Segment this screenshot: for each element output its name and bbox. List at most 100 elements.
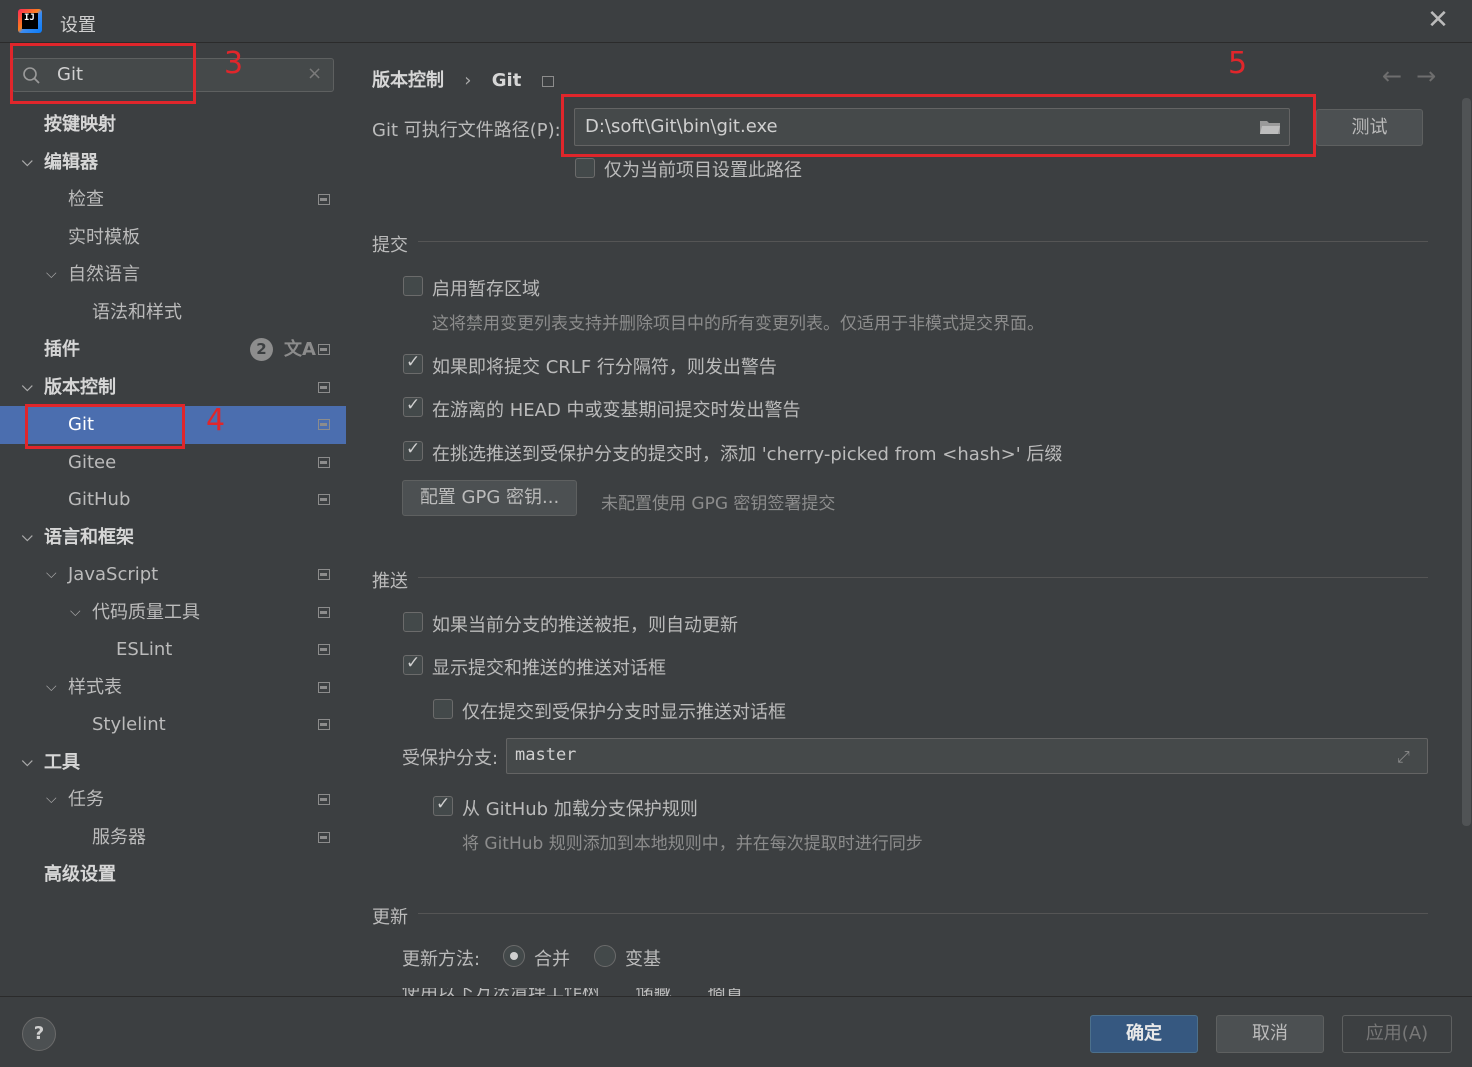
chevron-down-icon[interactable]: ⌵	[46, 781, 62, 818]
expand-icon[interactable]: ⤢	[1397, 747, 1410, 767]
test-button[interactable]: 测试	[1316, 109, 1423, 146]
cherry-pick-suffix-checkbox[interactable]	[403, 439, 423, 461]
help-button[interactable]: ?	[22, 1017, 56, 1051]
project-scope-icon	[318, 719, 330, 730]
project-only-label: 仅为当前项目设置此路径	[604, 160, 802, 181]
breadcrumb-separator: ›	[464, 70, 472, 91]
detached-head-checkbox[interactable]	[403, 395, 423, 417]
sidebar-item-plugins[interactable]: 插件 2 文A	[0, 331, 346, 369]
sidebar-item-version-control[interactable]: ⌵ 版本控制	[0, 369, 346, 407]
project-scope-icon	[318, 456, 330, 468]
sidebar-item-grammar-style[interactable]: 语法和样式	[0, 294, 346, 332]
update-section-title: 更新	[372, 907, 408, 928]
staging-area-label: 启用暂存区域	[432, 279, 540, 300]
sidebar-item-label: 编辑器	[44, 151, 98, 173]
sidebar-item-natural-languages[interactable]: ⌵ 自然语言	[0, 256, 346, 294]
title-bar: IJ 设置 ✕	[0, 0, 1472, 43]
chevron-down-icon[interactable]: ⌵	[46, 556, 62, 593]
sidebar-item-javascript[interactable]: ⌵ JavaScript	[0, 556, 346, 594]
project-scope-icon	[318, 381, 330, 393]
github-rules-hint: 将 GitHub 规则添加到本地规则中，并在每次提取时进行同步	[462, 834, 923, 854]
crlf-warning-label: 如果即将提交 CRLF 行分隔符，则发出警告	[432, 357, 777, 378]
annotation-number-3: 3	[224, 46, 244, 81]
sidebar-item-label: 高级设置	[44, 864, 116, 885]
sidebar-item-eslint[interactable]: ESLint	[0, 631, 346, 669]
clean-worktree-label: 使用以下方法清理工作树	[402, 988, 600, 996]
stash-label[interactable]: 储藏	[636, 988, 672, 996]
sidebar-item-label: 插件	[44, 339, 80, 360]
chevron-down-icon[interactable]: ⌵	[22, 744, 38, 781]
chevron-down-icon[interactable]: ⌵	[70, 594, 86, 631]
clean-worktree-row: 使用以下方法清理工作树 储藏 搁置	[402, 988, 743, 996]
sidebar-item-label: 代码质量工具	[92, 601, 200, 623]
sidebar-item-editor[interactable]: ⌵ 编辑器	[0, 144, 346, 182]
annotation-box-path	[561, 94, 1316, 157]
cancel-button[interactable]: 取消	[1216, 1015, 1324, 1053]
breadcrumb-parent[interactable]: 版本控制	[372, 70, 444, 91]
clear-search-icon[interactable]: ×	[307, 63, 322, 84]
sidebar-item-tasks[interactable]: ⌵ 任务	[0, 781, 346, 819]
project-scope-icon	[318, 194, 330, 205]
project-scope-icon	[318, 606, 330, 618]
rebase-radio[interactable]	[594, 945, 616, 967]
sidebar-item-label: 工具	[44, 751, 80, 773]
sidebar-item-github[interactable]: GitHub	[0, 481, 346, 519]
protected-branches-value: master	[515, 745, 577, 765]
sidebar-item-gitee[interactable]: Gitee	[0, 444, 346, 482]
sidebar-item-label: GitHub	[68, 489, 131, 510]
sidebar-item-inspections[interactable]: 检查	[0, 181, 346, 219]
annotation-number-4: 4	[206, 403, 226, 438]
sidebar-item-servers[interactable]: 服务器	[0, 819, 346, 857]
shelve-label[interactable]: 搁置	[707, 988, 743, 996]
merge-radio[interactable]	[503, 945, 525, 967]
project-scope-icon	[318, 831, 330, 843]
sidebar-item-code-quality-tools[interactable]: ⌵ 代码质量工具	[0, 594, 346, 632]
settings-sidebar: Git × 按键映射 ⌵ 编辑器 检查 实时模板 ⌵ 自然语言 语法和样式 插件…	[0, 44, 346, 996]
sidebar-item-live-templates[interactable]: 实时模板	[0, 219, 346, 257]
section-divider	[418, 241, 1428, 242]
section-divider	[418, 577, 1428, 578]
project-scope-icon	[318, 344, 330, 355]
project-scope-icon	[318, 494, 330, 505]
window-title: 设置	[60, 15, 96, 36]
show-push-dialog-checkbox[interactable]	[403, 653, 423, 675]
protected-branches-input[interactable]: master ⤢	[506, 738, 1428, 774]
ok-button[interactable]: 确定	[1090, 1015, 1198, 1053]
sidebar-item-stylesheets[interactable]: ⌵ 样式表	[0, 669, 346, 707]
sidebar-item-tools[interactable]: ⌵ 工具	[0, 744, 346, 782]
staging-area-hint: 这将禁用变更列表支持并删除项目中的所有变更列表。仅适用于非模式提交界面。	[432, 314, 1044, 334]
sidebar-item-advanced-settings[interactable]: 高级设置	[0, 856, 346, 894]
scrollbar[interactable]	[1462, 98, 1471, 826]
protected-only-checkbox[interactable]	[433, 699, 453, 719]
staging-area-checkbox[interactable]	[403, 276, 423, 296]
configure-gpg-button[interactable]: 配置 GPG 密钥...	[402, 480, 577, 516]
close-icon[interactable]: ✕	[1424, 6, 1452, 34]
sidebar-item-keymap[interactable]: 按键映射	[0, 106, 346, 144]
chevron-down-icon[interactable]: ⌵	[46, 669, 62, 706]
auto-update-checkbox[interactable]	[403, 612, 423, 632]
intellij-logo-icon: IJ	[18, 9, 42, 33]
chevron-down-icon[interactable]: ⌵	[46, 256, 62, 293]
chevron-down-icon[interactable]: ⌵	[22, 519, 38, 556]
sidebar-item-languages-frameworks[interactable]: ⌵ 语言和框架	[0, 519, 346, 557]
back-forward-arrows[interactable]: ←→	[1382, 62, 1450, 90]
sidebar-item-label: 版本控制	[44, 376, 116, 398]
annotation-number-5: 5	[1228, 46, 1248, 81]
update-method-label: 更新方法:	[402, 949, 481, 970]
chevron-down-icon[interactable]: ⌵	[22, 369, 38, 406]
sidebar-item-label: JavaScript	[68, 564, 159, 585]
detached-head-label: 在游离的 HEAD 中或变基期间提交时发出警告	[432, 400, 801, 421]
settings-content: 版本控制 › Git ←→ Git 可执行文件路径(P): D:\soft\Gi…	[346, 44, 1472, 996]
project-only-checkbox[interactable]	[575, 158, 595, 178]
crlf-warning-checkbox[interactable]	[403, 352, 423, 374]
sidebar-item-label: 样式表	[68, 676, 122, 698]
project-scope-icon	[318, 681, 330, 693]
chevron-down-icon[interactable]: ⌵	[22, 144, 38, 181]
github-rules-checkbox[interactable]	[433, 794, 453, 816]
breadcrumb-current: Git	[491, 70, 522, 91]
merge-label: 合并	[534, 949, 570, 970]
apply-button[interactable]: 应用(A)	[1342, 1015, 1452, 1053]
project-scope-icon	[318, 569, 330, 580]
sidebar-item-stylelint[interactable]: Stylelint	[0, 706, 346, 744]
gpg-status-hint: 未配置使用 GPG 密钥签署提交	[601, 494, 836, 514]
